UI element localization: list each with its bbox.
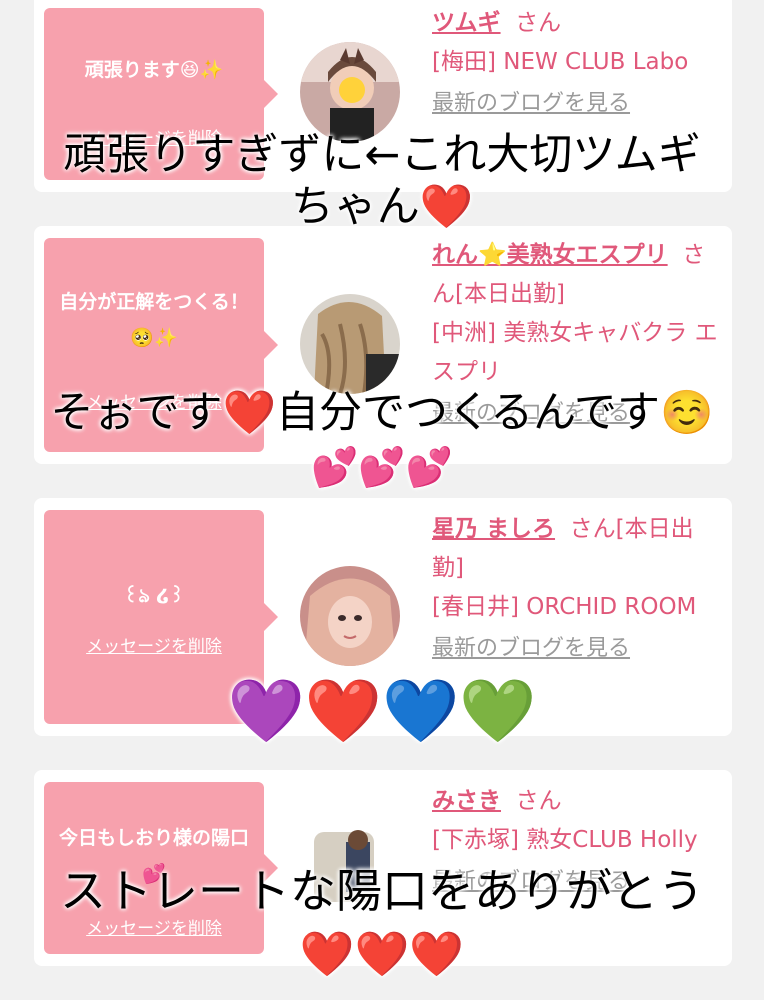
overlay-caption: そぉです❤️自分でつくるんです☺️ — [50, 388, 714, 438]
cast-name-link[interactable]: れん⭐美熟女エスプリ — [432, 242, 668, 268]
avatar[interactable] — [300, 294, 400, 394]
avatar[interactable] — [300, 42, 400, 142]
avatar[interactable] — [300, 566, 400, 666]
delete-message-link[interactable]: メッセージを削除 — [44, 632, 264, 657]
overlay-hearts: 💜❤️💙💚 — [227, 674, 537, 747]
shop-name: [下赤塚] 熟女CLUB Holly — [432, 827, 698, 853]
overlay-caption: 頑張りすぎずに←これ大切ツムギ — [63, 130, 701, 180]
avatar-photo-icon — [300, 294, 400, 394]
honorific: さん — [515, 788, 562, 814]
avatar-photo-icon — [300, 566, 400, 666]
shop-name: [春日井] ORCHID ROOM — [432, 594, 697, 620]
overlay-hearts: ❤️❤️❤️ — [299, 929, 465, 980]
shop-name: [中洲] 美熟女キャバクラ エスプリ — [432, 320, 718, 385]
avatar-photo-icon — [300, 42, 400, 142]
cast-info: ツムギ さん [梅田] NEW CLUB Labo 最新のブログを見る — [432, 4, 718, 123]
cast-name-link[interactable]: みさき — [432, 788, 501, 814]
latest-blog-link[interactable]: 最新のブログを見る — [432, 636, 630, 661]
honorific: さん — [515, 10, 562, 36]
cast-info: 星乃 ましろ さん[本日出勤] [春日井] ORCHID ROOM 最新のブログ… — [432, 510, 718, 668]
overlay-caption: ちゃん❤️ — [290, 182, 474, 232]
cast-name-link[interactable]: 星乃 ましろ — [432, 516, 555, 542]
overlay-hearts: 💕💕💕 — [311, 445, 453, 489]
message-text: 頑張ります😆✨ — [84, 59, 224, 81]
message-text: ꒰ঌ ໒꒱ — [123, 585, 185, 607]
message-text: 自分が正解をつくる！🥺✨ — [59, 291, 249, 349]
latest-blog-link[interactable]: 最新のブログを見る — [432, 91, 630, 116]
cast-name-link[interactable]: ツムギ — [432, 10, 501, 36]
overlay-caption: ストレートな陽口をありがとう — [60, 864, 704, 918]
shop-name: [梅田] NEW CLUB Labo — [432, 49, 689, 75]
